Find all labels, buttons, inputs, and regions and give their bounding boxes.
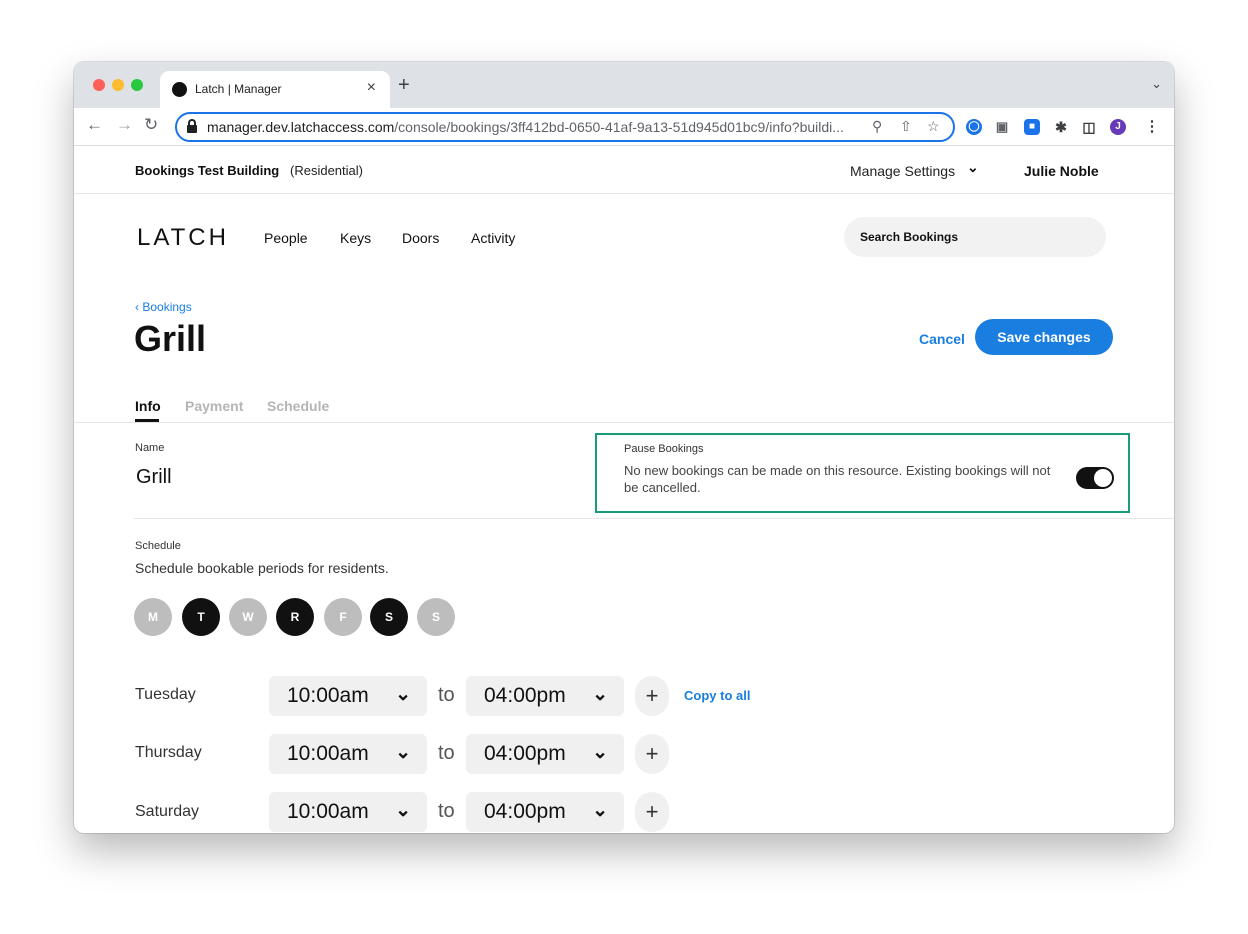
day-toggle-wednesday[interactable]: W [229,598,267,636]
to-label: to [438,684,455,706]
add-period-button[interactable]: + [635,792,669,832]
schedule-row-day: Thursday [135,744,202,761]
name-label: Name [135,442,165,454]
to-label: to [438,800,455,822]
search-placeholder: Search Bookings [860,230,959,244]
forward-arrow-icon[interactable]: → [116,115,133,135]
latch-logo[interactable]: LATCH [137,224,229,252]
back-link-label: Bookings [142,300,192,314]
pause-bookings-panel: Pause Bookings No new bookings can be ma… [595,433,1130,513]
end-time-value: 04:00pm [484,742,566,765]
copy-to-all-link[interactable]: Copy to all [684,688,750,703]
tab-close-icon[interactable]: × [367,79,376,97]
chevron-down-icon: ⌄ [592,742,608,763]
end-time-select[interactable]: 04:00pm ⌄ [466,792,624,832]
page-title: Grill [134,318,207,359]
section-divider [134,518,1174,519]
end-time-value: 04:00pm [484,800,566,823]
chevron-down-icon: ⌄ [592,800,608,821]
pause-bookings-label: Pause Bookings [624,443,704,455]
browser-tab[interactable]: Latch | Manager × [160,71,390,108]
tab-payment[interactable]: Payment [185,398,243,414]
pause-bookings-toggle[interactable] [1076,467,1114,489]
nav-keys[interactable]: Keys [340,230,371,246]
share-icon[interactable]: ⇧ [900,118,912,135]
start-time-value: 10:00am [287,684,369,707]
app-content: Bookings Test Building (Residential) Man… [74,146,1174,833]
end-time-select[interactable]: 04:00pm ⌄ [466,734,624,774]
chevron-down-icon[interactable]: ⌄ [967,159,979,176]
chevron-down-icon: ⌄ [395,684,411,705]
start-time-value: 10:00am [287,800,369,823]
schedule-description: Schedule bookable periods for residents. [135,560,389,576]
day-toggle-thursday[interactable]: R [276,598,314,636]
end-time-value: 04:00pm [484,684,566,707]
profile-avatar[interactable]: J [1110,119,1126,135]
browser-toolbar: ← → ↻ manager.dev.latchaccess.com/consol… [74,108,1174,146]
start-time-select[interactable]: 10:00am ⌄ [269,676,427,716]
tab-info[interactable]: Info [135,398,161,414]
reload-icon[interactable]: ↻ [144,115,158,135]
address-bar[interactable]: manager.dev.latchaccess.com/console/book… [175,112,955,142]
nav-activity[interactable]: Activity [471,230,515,246]
extensions-puzzle-icon[interactable]: ✱ [1053,119,1069,135]
building-type: (Residential) [290,163,363,178]
password-manager-icon[interactable]: ◯ [966,119,982,135]
user-name[interactable]: Julie Noble [1024,163,1099,179]
video-extension-icon[interactable]: ■ [1024,119,1040,135]
back-to-bookings-link[interactable]: ‹ Bookings [135,300,192,314]
browser-window: Latch | Manager × + ⌄ ← → ↻ manager.dev.… [74,62,1174,833]
toggle-knob [1094,469,1112,487]
browser-menu-icon[interactable]: ⋮ [1144,119,1160,135]
bookmark-star-icon[interactable]: ☆ [927,118,940,135]
start-time-value: 10:00am [287,742,369,765]
schedule-row-day: Tuesday [135,686,196,703]
nav-people[interactable]: People [264,230,308,246]
day-toggle-friday[interactable]: F [324,598,362,636]
add-period-button[interactable]: + [635,734,669,774]
day-toggle-tuesday[interactable]: T [182,598,220,636]
chevron-down-icon: ⌄ [592,684,608,705]
add-period-button[interactable]: + [635,676,669,716]
maximize-window-button[interactable] [131,79,143,91]
schedule-label: Schedule [135,540,181,552]
search-bookings-input[interactable]: Search Bookings [844,217,1106,257]
url-host: manager.dev.latchaccess.com [207,119,395,135]
back-arrow-icon[interactable]: ← [86,115,103,135]
latch-favicon-icon [172,82,187,97]
start-time-select[interactable]: 10:00am ⌄ [269,792,427,832]
name-field[interactable]: Grill [136,466,172,489]
to-label: to [438,742,455,764]
save-changes-button[interactable]: Save changes [975,319,1113,355]
zoom-icon[interactable]: ⚲ [872,118,882,135]
manage-settings-menu[interactable]: Manage Settings [850,163,955,179]
day-toggle-sunday[interactable]: S [417,598,455,636]
new-tab-button[interactable]: + [398,74,410,97]
building-name: Bookings Test Building [135,163,280,178]
tabs-divider [74,422,1174,423]
close-window-button[interactable] [93,79,105,91]
sidebar-panel-icon[interactable]: ◫ [1081,119,1097,135]
day-toggle-saturday[interactable]: S [370,598,408,636]
building-bar: Bookings Test Building (Residential) Man… [74,146,1174,194]
lock-icon [187,119,197,133]
cancel-button[interactable]: Cancel [919,331,965,347]
camera-icon[interactable]: ▣ [994,119,1010,135]
start-time-select[interactable]: 10:00am ⌄ [269,734,427,774]
tab-schedule[interactable]: Schedule [267,398,329,414]
nav-doors[interactable]: Doors [402,230,439,246]
day-toggle-monday[interactable]: M [134,598,172,636]
chevron-down-icon: ⌄ [395,742,411,763]
tab-search-chevron-icon[interactable]: ⌄ [1151,76,1162,92]
tab-title: Latch | Manager [195,82,282,96]
schedule-row-day: Saturday [135,803,200,820]
minimize-window-button[interactable] [112,79,124,91]
end-time-select[interactable]: 04:00pm ⌄ [466,676,624,716]
pause-bookings-description: No new bookings can be made on this reso… [624,463,1051,495]
tab-strip: Latch | Manager × + ⌄ [74,62,1174,108]
chevron-down-icon: ⌄ [395,800,411,821]
url-path: /console/bookings/3ff412bd-0650-41af-9a1… [394,119,844,135]
url-text: manager.dev.latchaccess.com/console/book… [207,119,857,135]
